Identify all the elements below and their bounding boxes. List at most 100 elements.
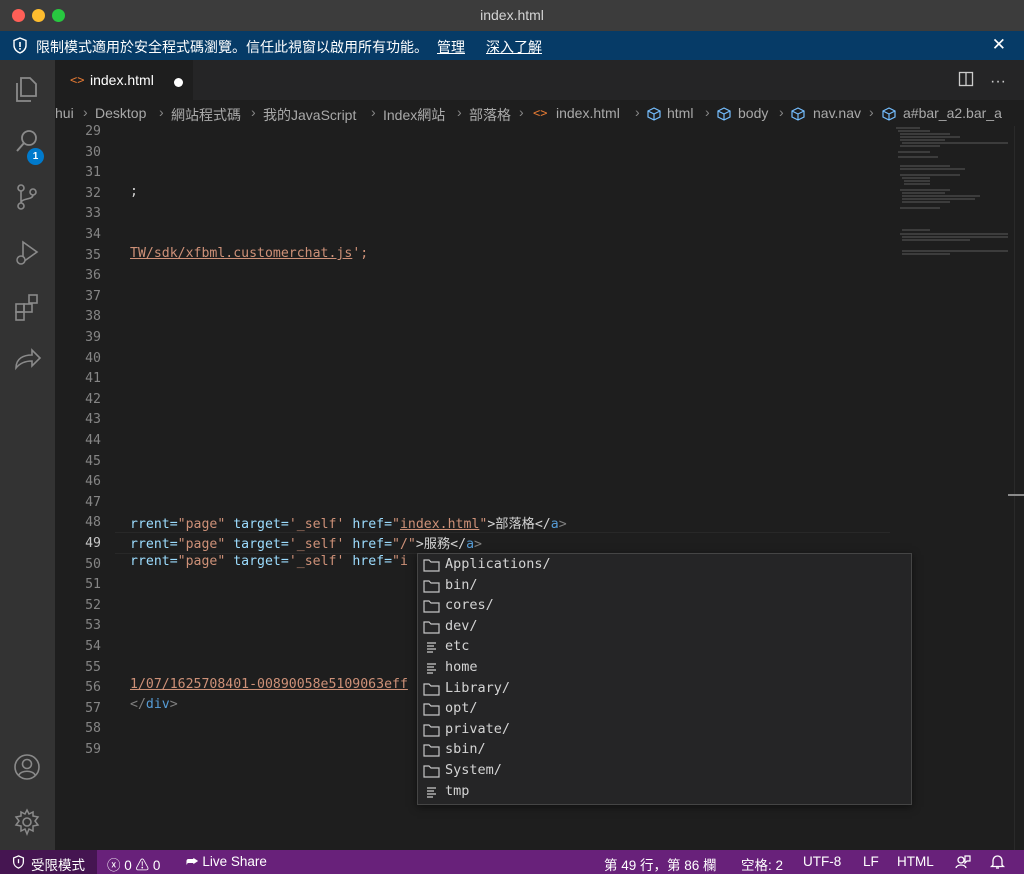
suggestion-label: opt/ xyxy=(445,700,478,717)
code-line-32: ; xyxy=(130,184,138,199)
line-number: 32 xyxy=(85,185,101,201)
line-number: 55 xyxy=(85,659,101,675)
symbol-cube-icon xyxy=(717,107,731,124)
tab-bar: <> index.html ··· xyxy=(55,60,1024,101)
tab-label: index.html xyxy=(90,72,154,88)
chevron-right-icon: › xyxy=(779,104,784,120)
more-actions-icon[interactable]: ··· xyxy=(990,73,1006,91)
line-number: 40 xyxy=(85,350,101,366)
breadcrumb-item[interactable]: 部落格 xyxy=(469,105,511,125)
folder-icon xyxy=(423,723,440,741)
breadcrumb-item[interactable]: hui xyxy=(55,105,74,121)
restricted-mode-indicator[interactable]: 受限模式 xyxy=(0,850,97,874)
activity-bar: 1 xyxy=(0,60,55,850)
breadcrumb-item[interactable]: a#bar_a2.bar_a xyxy=(903,105,1002,121)
split-editor-icon[interactable] xyxy=(958,71,974,92)
feedback-icon[interactable] xyxy=(955,854,971,873)
breadcrumb-item[interactable]: 我的JavaScript xyxy=(263,105,356,125)
breadcrumb-item[interactable]: body xyxy=(738,105,768,121)
manage-link[interactable]: 管理 xyxy=(437,37,465,57)
files-icon[interactable] xyxy=(12,74,42,104)
line-number: 59 xyxy=(85,742,101,757)
line-number: 56 xyxy=(85,680,101,696)
chevron-right-icon: › xyxy=(251,104,256,120)
search-icon[interactable] xyxy=(12,126,42,156)
file-icon xyxy=(423,785,440,803)
suggestion-label: Library/ xyxy=(445,679,511,696)
file-icon xyxy=(423,661,440,679)
suggestion-item[interactable]: Applications/ xyxy=(418,555,911,576)
chevron-right-icon: › xyxy=(371,104,376,120)
file-icon xyxy=(423,640,440,658)
live-share-status[interactable]: ⮫ Live Share xyxy=(186,854,267,870)
close-icon[interactable]: ✕ xyxy=(992,35,1006,55)
suggestion-label: dev/ xyxy=(445,617,478,634)
folder-icon xyxy=(423,599,440,617)
breadcrumb-item[interactable]: index.html xyxy=(556,105,620,121)
chevron-right-icon: › xyxy=(159,104,164,120)
restricted-mode-banner: 限制模式適用於安全程式碼瀏覽。信任此視窗以啟用所有功能。 管理 深入了解 ✕ xyxy=(0,31,1024,60)
status-bar: 受限模式 ⓧ 0 ⚠ 0 ⮫ Live Share 第 49 行，第 86 欄 … xyxy=(0,850,1024,874)
banner-message: 限制模式適用於安全程式碼瀏覽。信任此視窗以啟用所有功能。 xyxy=(36,39,428,55)
breadcrumb-item[interactable]: Desktop xyxy=(95,105,146,121)
suggestion-item[interactable]: home xyxy=(418,658,911,679)
line-number: 50 xyxy=(85,556,101,572)
suggestion-label: private/ xyxy=(445,720,511,737)
suggestion-item[interactable]: cores/ xyxy=(418,596,911,617)
suggestion-item[interactable]: bin/ xyxy=(418,576,911,597)
line-number: 54 xyxy=(85,639,101,654)
breadcrumb-item[interactable]: html xyxy=(667,105,693,121)
error-icon: ⓧ xyxy=(107,858,121,873)
source-control-icon[interactable] xyxy=(12,182,42,212)
indentation-setting[interactable]: 空格: 2 xyxy=(741,854,783,874)
suggestion-item[interactable]: sbin/ xyxy=(418,740,911,761)
scrollbar-cursor-marker xyxy=(1008,494,1024,496)
line-number: 34 xyxy=(85,227,101,242)
language-mode[interactable]: HTML xyxy=(897,854,934,869)
symbol-cube-icon xyxy=(882,107,896,124)
account-icon[interactable] xyxy=(12,752,42,782)
line-number: 43 xyxy=(85,412,101,428)
folder-icon xyxy=(423,764,440,782)
suggestion-item[interactable]: dev/ xyxy=(418,617,911,638)
extensions-icon[interactable] xyxy=(12,292,42,322)
suggestion-item[interactable]: Library/ xyxy=(418,679,911,700)
breadcrumb-item[interactable]: nav.nav xyxy=(813,105,861,121)
learn-more-link[interactable]: 深入了解 xyxy=(486,37,542,57)
line-number: 45 xyxy=(85,453,101,469)
line-number: 48 xyxy=(85,515,101,531)
suggestion-item[interactable]: private/ xyxy=(418,720,911,741)
problems-indicator[interactable]: ⓧ 0 ⚠ 0 xyxy=(107,854,160,874)
breadcrumb-item[interactable]: Index網站 xyxy=(383,105,445,125)
suggestion-label: Applications/ xyxy=(445,556,551,572)
suggestion-label: cores/ xyxy=(445,597,494,614)
window-title: index.html xyxy=(480,7,544,23)
code-line-56: 1/07/1625708401-00890058e5109063eff xyxy=(130,677,408,692)
code-line-35: TW/sdk/xfbml.customerchat.js'; xyxy=(130,246,369,261)
line-number: 51 xyxy=(85,577,101,593)
path-suggest-widget: Applications/bin/cores/dev/etc home Librar… xyxy=(417,553,912,805)
line-number: 47 xyxy=(85,494,101,510)
vertical-scrollbar[interactable] xyxy=(1014,126,1024,850)
tab-index-html[interactable]: <> index.html xyxy=(55,60,193,101)
line-number: 38 xyxy=(85,309,101,325)
suggestion-item[interactable]: opt/ xyxy=(418,699,911,720)
symbol-cube-icon xyxy=(647,107,661,124)
cursor-position[interactable]: 第 49 行，第 86 欄 xyxy=(604,854,717,874)
encoding-setting[interactable]: UTF-8 xyxy=(803,854,841,869)
run-debug-icon[interactable] xyxy=(12,238,42,268)
breadcrumb-item[interactable]: 網站程式碼 xyxy=(171,105,241,125)
suggestion-label: tmp xyxy=(445,782,470,799)
suggestion-item[interactable]: etc xyxy=(418,637,911,658)
notifications-bell-icon[interactable] xyxy=(989,854,1006,873)
eol-setting[interactable]: LF xyxy=(863,854,879,869)
suggestion-item[interactable]: System/ xyxy=(418,761,911,782)
chevron-right-icon: › xyxy=(83,104,88,120)
folder-icon xyxy=(423,558,440,576)
settings-gear-icon[interactable] xyxy=(12,807,42,837)
live-share-icon[interactable] xyxy=(12,346,42,376)
title-bar: index.html xyxy=(0,0,1024,32)
suggestion-item[interactable]: tmp xyxy=(418,782,911,803)
unsaved-dot-icon[interactable] xyxy=(174,78,183,87)
line-number: 30 xyxy=(85,144,101,160)
